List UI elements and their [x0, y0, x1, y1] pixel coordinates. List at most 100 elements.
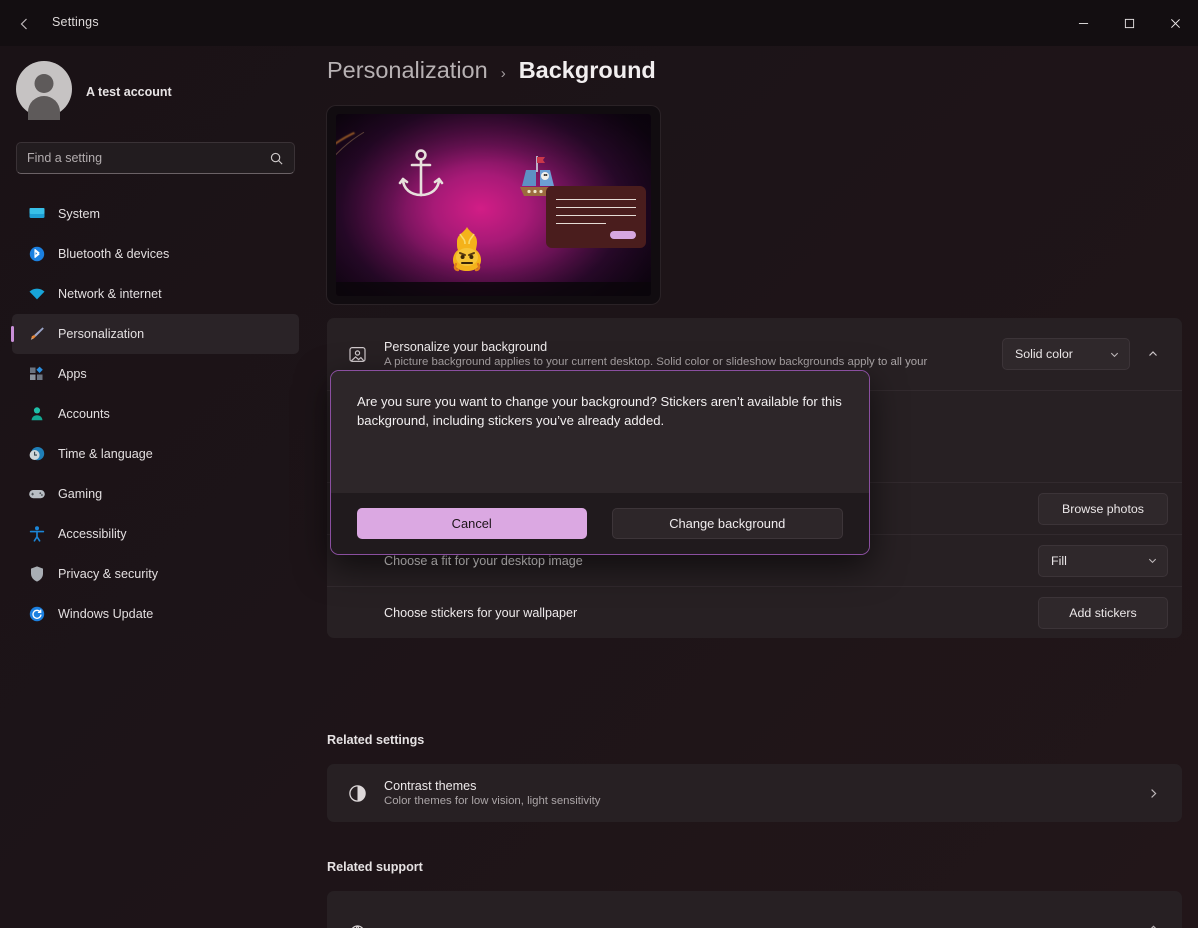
picture-icon: [341, 345, 373, 364]
sidebar-item-network-internet[interactable]: Network & internet: [12, 274, 299, 314]
contrast-themes-title: Contrast themes: [384, 779, 1128, 793]
flame-character-sticker-icon: [444, 226, 490, 272]
preview-dialog-line: [556, 215, 636, 216]
back-arrow-icon[interactable]: [12, 11, 38, 37]
breadcrumb-separator: ›: [501, 65, 506, 82]
person-icon: [28, 405, 46, 423]
sidebar-item-label: Bluetooth & devices: [58, 247, 169, 261]
sidebar: A test account System: [0, 46, 311, 928]
accessibility-icon: [28, 525, 46, 543]
settings-window: Settings A test account: [0, 0, 1198, 928]
minimize-button[interactable]: [1060, 0, 1106, 46]
expand-collapse-button[interactable]: [1138, 339, 1168, 369]
sidebar-item-bluetooth-devices[interactable]: Bluetooth & devices: [12, 234, 299, 274]
sidebar-item-label: Apps: [58, 367, 87, 381]
sidebar-item-label: Accounts: [58, 407, 110, 421]
sidebar-item-label: Personalization: [58, 327, 144, 341]
choose-photo-controls: Browse photos: [1038, 493, 1168, 525]
related-support-card: Help with Background: [327, 891, 1182, 928]
clock-globe-icon: [28, 445, 46, 463]
wifi-icon: [28, 285, 46, 303]
title-bar: Settings: [0, 0, 1198, 46]
sidebar-item-time-language[interactable]: Time & language: [12, 434, 299, 474]
preview-dialog-line: [556, 223, 606, 224]
preview-dialog-line: [556, 207, 636, 208]
sidebar-item-accessibility[interactable]: Accessibility: [12, 514, 299, 554]
choose-fit-controls: Fill: [1038, 545, 1168, 577]
chevron-up-icon: [1147, 348, 1159, 360]
browse-photos-button[interactable]: Browse photos: [1038, 493, 1168, 525]
sidebar-item-label: Privacy & security: [58, 567, 158, 581]
sidebar-item-label: Windows Update: [58, 607, 153, 621]
sidebar-item-accounts[interactable]: Accounts: [12, 394, 299, 434]
choose-stickers-row: Choose stickers for your wallpaper Add s…: [327, 586, 1182, 638]
contrast-icon: [341, 784, 373, 803]
chevron-right-icon[interactable]: [1138, 778, 1168, 808]
choose-stickers-controls: Add stickers: [1038, 597, 1168, 629]
sidebar-item-gaming[interactable]: Gaming: [12, 474, 299, 514]
sidebar-item-label: Network & internet: [58, 287, 162, 301]
breadcrumb: Personalization › Background: [327, 57, 656, 84]
personalize-background-text: Personalize your background A picture ba…: [373, 340, 1002, 368]
page-title: Background: [519, 57, 656, 84]
dialog-message: Are you sure you want to change your bac…: [357, 392, 843, 430]
preview-dialog-button: [610, 231, 636, 239]
choose-fit-title: Choose a fit for your desktop image: [384, 554, 1028, 568]
paintbrush-icon: [28, 325, 46, 343]
window-title: Settings: [52, 15, 99, 29]
globe-help-icon: [341, 924, 373, 928]
window-controls: [1060, 0, 1198, 46]
sidebar-item-apps[interactable]: Apps: [12, 354, 299, 394]
background-type-value: Solid color: [1015, 347, 1073, 361]
chevron-down-icon: [1109, 349, 1120, 360]
account-card[interactable]: A test account: [16, 58, 296, 120]
personalize-background-subtitle: A picture background applies to your cur…: [384, 356, 992, 368]
personalize-background-title: Personalize your background: [384, 340, 992, 354]
close-button[interactable]: [1152, 0, 1198, 46]
sidebar-item-label: Time & language: [58, 447, 153, 461]
chevron-up-icon[interactable]: [1138, 913, 1168, 928]
dialog-footer: Cancel Change background: [331, 493, 869, 554]
sidebar-nav: System Bluetooth & devices Network & int…: [12, 194, 299, 634]
desktop-preview: [327, 106, 660, 304]
gamepad-icon: [28, 485, 46, 503]
desktop-fit-dropdown[interactable]: Fill: [1038, 545, 1168, 577]
search-input[interactable]: [27, 151, 269, 165]
cancel-button[interactable]: Cancel: [357, 508, 587, 539]
change-background-button[interactable]: Change background: [612, 508, 844, 539]
avatar: [16, 61, 72, 117]
preview-screen: [336, 114, 651, 296]
contrast-themes-row[interactable]: Contrast themes Color themes for low vis…: [327, 764, 1182, 822]
related-support-heading: Related support: [327, 860, 423, 874]
sidebar-item-system[interactable]: System: [12, 194, 299, 234]
sidebar-item-privacy-security[interactable]: Privacy & security: [12, 554, 299, 594]
update-icon: [28, 605, 46, 623]
search-box[interactable]: [16, 142, 295, 174]
apps-icon: [28, 365, 46, 383]
personalize-background-controls: Solid color: [1002, 338, 1168, 370]
related-settings-heading: Related settings: [327, 733, 424, 747]
help-with-background-row[interactable]: Help with Background: [327, 891, 1182, 928]
sidebar-item-personalization[interactable]: Personalization: [12, 314, 299, 354]
choose-stickers-text: Choose stickers for your wallpaper: [373, 606, 1038, 620]
account-text: A test account: [86, 74, 172, 104]
monitor-icon: [28, 205, 46, 223]
bluetooth-icon: [28, 245, 46, 263]
choose-fit-text: Choose a fit for your desktop image: [373, 554, 1038, 568]
preview-dialog-window: [546, 186, 646, 248]
sidebar-item-label: Accessibility: [58, 527, 127, 541]
sidebar-item-windows-update[interactable]: Windows Update: [12, 594, 299, 634]
add-stickers-button[interactable]: Add stickers: [1038, 597, 1168, 629]
preview-taskbar: [336, 282, 651, 296]
search-icon: [269, 151, 284, 166]
account-name: A test account: [86, 74, 172, 104]
desktop-fit-value: Fill: [1051, 554, 1067, 568]
contrast-themes-text: Contrast themes Color themes for low vis…: [373, 779, 1138, 807]
preview-dialog-line: [556, 199, 636, 200]
background-type-dropdown[interactable]: Solid color: [1002, 338, 1130, 370]
anchor-sticker-icon: [398, 148, 444, 204]
breadcrumb-parent[interactable]: Personalization: [327, 57, 488, 84]
chevron-down-icon: [1147, 555, 1158, 566]
maximize-button[interactable]: [1106, 0, 1152, 46]
dialog-body: Are you sure you want to change your bac…: [331, 371, 869, 493]
